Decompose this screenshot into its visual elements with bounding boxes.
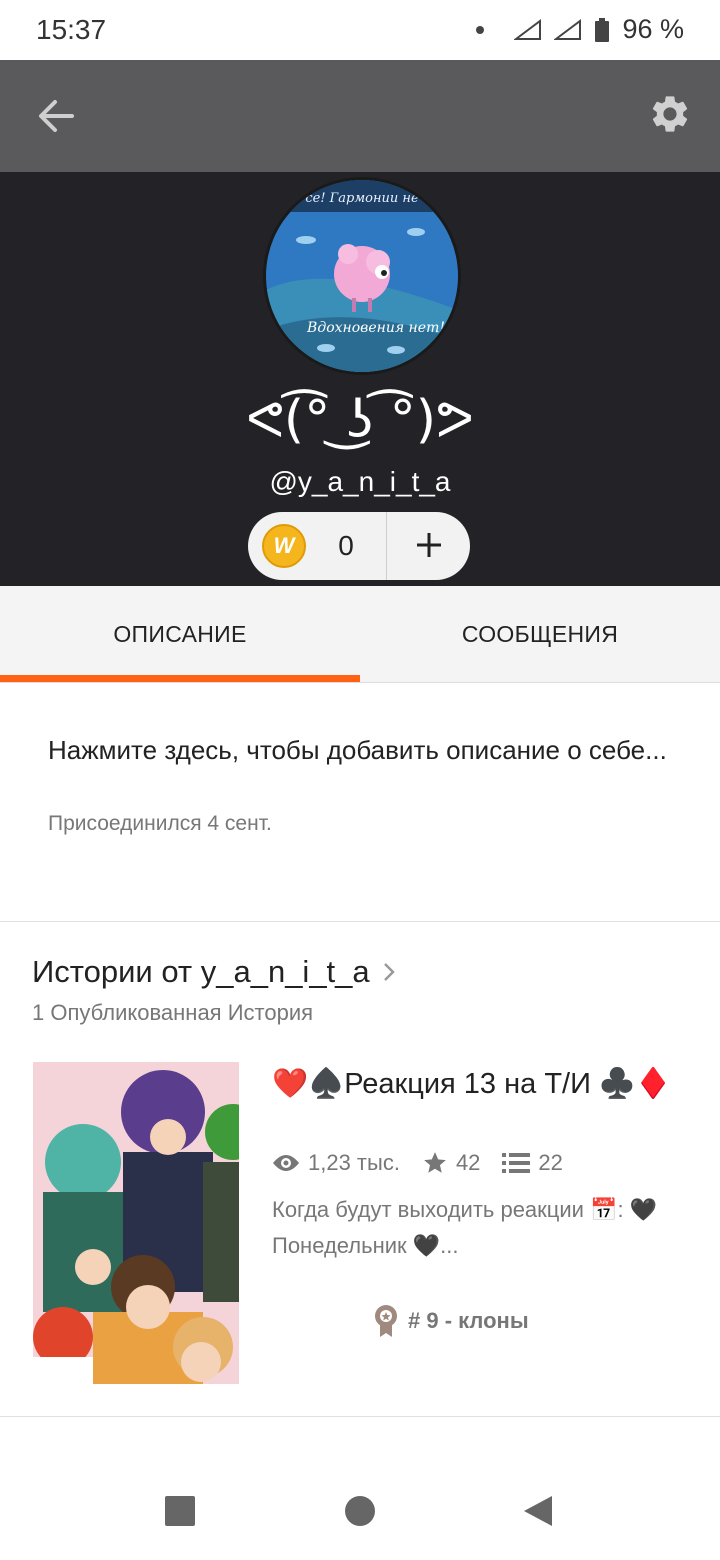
- avatar-caption-top: се! Гармонии не: [305, 191, 419, 206]
- profile-header: се! Гармонии не Вдохновения нет! ᕙ(͡° ͜ʖ…: [0, 172, 720, 586]
- add-coins-button[interactable]: [387, 525, 470, 567]
- back-triangle-icon[interactable]: [522, 1494, 554, 1528]
- gear-icon: [652, 96, 688, 132]
- stories-count: 1 Опубликованная История: [32, 1000, 314, 1025]
- avatar-caption-bottom: Вдохновения нет!: [306, 320, 445, 336]
- avatar-image: се! Гармонии не Вдохновения нет!: [266, 180, 458, 372]
- coin-balance: W 0: [248, 512, 470, 580]
- tab-messages[interactable]: СООБЩЕНИЯ: [360, 586, 720, 682]
- list-icon: [502, 1153, 531, 1173]
- story-cover[interactable]: [33, 1062, 239, 1384]
- coin-count: 0: [338, 530, 354, 561]
- next-section-heading-partial: ​: [32, 1450, 332, 1462]
- parts-stat: 22: [502, 1150, 563, 1176]
- signal-icon: [514, 18, 542, 40]
- votes-count: 42: [455, 1150, 481, 1175]
- arrow-left-icon: [39, 100, 74, 132]
- avatar[interactable]: се! Гармонии не Вдохновения нет!: [263, 177, 461, 375]
- wattpad-coin-icon: W: [262, 524, 306, 568]
- story-description: Когда будут выходить реакции 📅: 🖤Понедел…: [272, 1197, 658, 1258]
- add-description-prompt[interactable]: Нажмите здесь, чтобы добавить описание о…: [48, 730, 668, 770]
- story-stats: 1,23 тыс. 42 22: [272, 1150, 585, 1176]
- plus-icon: [416, 533, 441, 557]
- parts-count: 22: [538, 1150, 563, 1175]
- app-bar: [0, 60, 720, 172]
- story-title[interactable]: ❤️♠️Реакция 13 на Т/И ♣️♦️: [272, 1064, 692, 1104]
- star-icon: [424, 1152, 446, 1173]
- votes-stat: 42: [422, 1150, 480, 1176]
- chevron-right-icon: [383, 963, 395, 981]
- story-cover-image: [33, 1062, 239, 1384]
- stories-heading[interactable]: Истории от y_a_n_i_t_a: [32, 954, 396, 990]
- divider: [0, 921, 720, 922]
- status-time: 15:37: [36, 14, 107, 45]
- stories-heading-label: Истории от y_a_n_i_t_a: [32, 954, 370, 989]
- status-bar: 15:37 96 %: [0, 0, 720, 60]
- status-icons: 96 %: [476, 14, 684, 45]
- rank-label: # 9 - клоны: [408, 1308, 529, 1333]
- reads-count: 1,23 тыс.: [308, 1150, 400, 1175]
- back-button[interactable]: [30, 90, 82, 142]
- battery-percent: 96 %: [622, 14, 684, 44]
- reads-stat: 1,23 тыс.: [272, 1150, 400, 1176]
- ribbon-badge-icon: [375, 1305, 397, 1337]
- active-tab-indicator: [0, 675, 360, 682]
- battery-icon: [595, 17, 610, 42]
- divider: [0, 1416, 720, 1417]
- story-rank: # 9 - клоны: [372, 1304, 529, 1338]
- profile-tabs: ОПИСАНИЕ СООБЩЕНИЯ: [0, 586, 720, 683]
- tab-description[interactable]: ОПИСАНИЕ: [0, 586, 360, 682]
- eye-icon: [273, 1155, 299, 1171]
- recent-apps-button[interactable]: [165, 1496, 195, 1526]
- home-button[interactable]: [345, 1496, 375, 1526]
- system-nav-bar: [0, 1462, 720, 1560]
- settings-button[interactable]: [648, 92, 696, 140]
- signal-icon: [554, 18, 582, 40]
- notification-dot-icon: [476, 25, 485, 34]
- joined-date: Присоединился 4 сент.: [48, 812, 272, 835]
- display-name: ᕙ(͡° ͜ʖ ͡°)ᕗ: [246, 390, 474, 450]
- username: @y_a_n_i_t_a: [269, 466, 451, 497]
